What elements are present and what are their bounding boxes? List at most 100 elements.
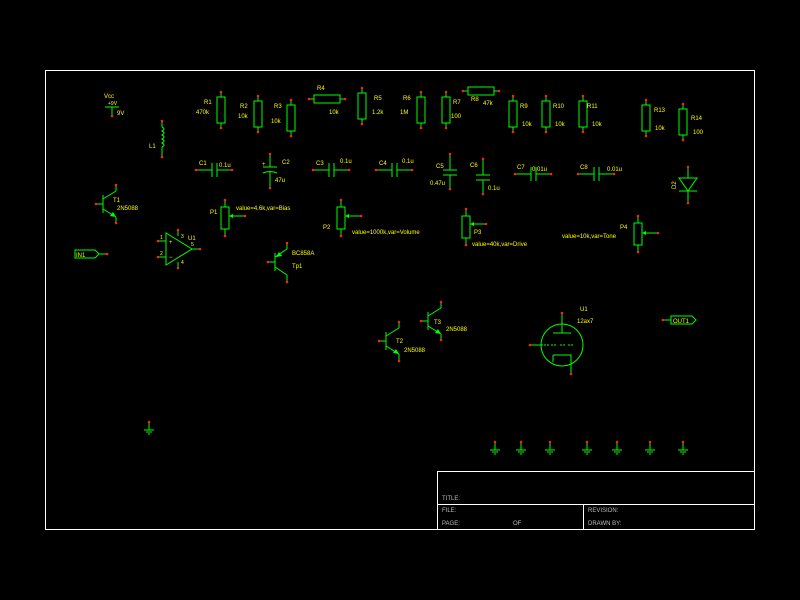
r8-ref: R8	[471, 97, 479, 103]
pot-p2[interactable]: P2 value=1000k,var=Volume	[323, 198, 420, 238]
r14-value: 100	[693, 130, 704, 136]
tp1-value: BC858A	[292, 251, 314, 257]
title-block: TITLE: FILE: PAGE: OF REVISION: DRAWN BY…	[437, 471, 755, 530]
resistor-r2[interactable]: R2 10k	[238, 94, 263, 134]
ground-symbol[interactable]	[490, 440, 500, 455]
resistor-r8[interactable]: R8 47k	[461, 86, 501, 107]
resistor-r5[interactable]: R5 1.2k	[357, 86, 384, 126]
c3-ref: C3	[316, 161, 324, 167]
transistor-t3[interactable]: T3 2N5088	[419, 300, 468, 342]
r6-value: 1M	[400, 110, 408, 116]
opamp-pin-1: 1	[160, 235, 163, 241]
tube-value: 12ax7	[577, 319, 594, 325]
r2-ref: R2	[240, 104, 248, 110]
r7-value: 100	[451, 114, 462, 120]
resistor-r14[interactable]: R14 100	[678, 102, 704, 142]
schematic-canvas[interactable]: TITLE: FILE: PAGE: OF REVISION: DRAWN BY…	[0, 0, 800, 600]
ground-symbol[interactable]	[612, 440, 622, 455]
transistor-t2[interactable]: T2 2N5088	[377, 320, 426, 363]
capacitor-c2[interactable]: + C2 47u	[262, 152, 290, 190]
capacitor-c6[interactable]: C6 0.1u	[470, 157, 500, 196]
drawn-by-label: DRAWN BY:	[588, 521, 622, 527]
r10-value: 10k	[555, 122, 566, 128]
c1-ref: C1	[199, 161, 207, 167]
pot-p1[interactable]: P1 value=4.6k,var=Bias	[210, 198, 290, 238]
resistor-r10[interactable]: R10 10k	[541, 94, 566, 134]
r5-ref: R5	[374, 96, 382, 102]
opamp-u1[interactable]: + − U1 1 2 3 4 5	[156, 228, 202, 270]
p4-ref: P4	[620, 225, 628, 231]
opamp-pin-5: 5	[191, 242, 194, 248]
capacitor-group: C1 0.1u C3 0.1u C4 0.1u C7 0.01u C8 0.01u	[194, 159, 622, 181]
resistor-r6[interactable]: R6 1M	[400, 90, 426, 130]
p2-ref: P2	[323, 225, 331, 231]
r1-value: 470k	[196, 110, 210, 116]
ground-symbol[interactable]	[678, 440, 688, 455]
t3-ref: T3	[434, 320, 442, 326]
input-port-in1[interactable]: IN1	[74, 249, 109, 259]
ground-symbol[interactable]	[516, 440, 526, 455]
r4-value: 10k	[329, 110, 340, 116]
resistor-r9[interactable]: R9 10k	[508, 94, 533, 134]
ground-symbol[interactable]	[582, 440, 592, 455]
p1-ref: P1	[210, 210, 218, 216]
diode-d2[interactable]: D2	[672, 165, 698, 205]
output-port-out1[interactable]: OUT1	[661, 315, 697, 325]
t2-ref: T2	[396, 339, 404, 345]
r2-value: 10k	[238, 114, 249, 120]
resistor-r1[interactable]: R1 470k	[196, 90, 226, 130]
t1-ref: T1	[113, 198, 121, 204]
capacitor-c3[interactable]: C3 0.1u	[311, 159, 352, 177]
resistor-r7[interactable]: R7 100	[441, 90, 462, 130]
r11-ref: R11	[587, 104, 598, 110]
d2-ref: D2	[672, 181, 678, 189]
c2-value: 47u	[275, 178, 285, 184]
c8-value: 0.01u	[607, 167, 622, 173]
vcc-supply[interactable]: Vcc +9V 9V	[104, 94, 124, 118]
c6-ref: C6	[470, 163, 478, 169]
transistor-t1[interactable]: T1 2N5088	[94, 183, 139, 225]
tube-12ax7[interactable]: U1 12ax7	[528, 307, 594, 376]
ground-symbol[interactable]	[545, 440, 555, 455]
r3-value: 10k	[271, 119, 282, 125]
vcc-name: Vcc	[104, 94, 114, 100]
p1-value: value=4.6k,var=Bias	[236, 206, 290, 212]
r10-ref: R10	[553, 104, 565, 110]
capacitor-c5[interactable]: C5 0.47u	[430, 152, 457, 191]
r7-ref: R7	[453, 100, 461, 106]
opamp-pin-2: 2	[160, 251, 163, 257]
capacitor-c1[interactable]: C1 0.1u	[194, 161, 234, 177]
opamp-minus-sign: −	[169, 255, 173, 261]
t1-value: 2N5088	[117, 206, 139, 212]
r4-ref: R4	[317, 86, 325, 92]
inductor-l1[interactable]: L1	[149, 119, 165, 159]
c1-value: 0.1u	[219, 163, 231, 169]
r9-value: 10k	[522, 122, 533, 128]
c7-ref: C7	[517, 165, 525, 171]
ground-symbol[interactable]	[144, 420, 154, 435]
r9-ref: R9	[520, 104, 528, 110]
r13-value: 10k	[655, 126, 666, 132]
r1-ref: R1	[204, 100, 212, 106]
transistor-tp1[interactable]: BC858A Tp1	[266, 241, 315, 284]
resistor-r3[interactable]: R3 10k	[271, 98, 296, 138]
pot-p4[interactable]: P4 value=10k,var=Tone	[562, 214, 660, 254]
resistor-r13[interactable]: R13 10k	[641, 98, 666, 138]
c2-polarity: +	[262, 162, 266, 168]
capacitor-c7[interactable]: C7 0.01u	[513, 165, 553, 181]
p4-value: value=10k,var=Tone	[562, 234, 617, 240]
capacitor-c8[interactable]: C8 0.01u	[576, 165, 622, 181]
page-label: PAGE:	[442, 521, 460, 527]
opamp-pin-4: 4	[181, 260, 184, 266]
in1-label: IN1	[76, 253, 86, 259]
r5-value: 1.2k	[372, 110, 384, 116]
opamp-pin-3: 3	[181, 234, 184, 240]
r13-ref: R13	[654, 108, 666, 114]
resistor-r4[interactable]: R4 10k	[307, 86, 347, 116]
ground-symbol[interactable]	[645, 440, 655, 455]
resistor-r11[interactable]: R11 10k	[578, 94, 603, 134]
r14-ref: R14	[691, 116, 703, 122]
pot-p3[interactable]: P3 value=40k,var=Drive	[461, 207, 528, 248]
c4-value: 0.1u	[402, 159, 414, 165]
capacitor-c4[interactable]: C4 0.1u	[374, 159, 414, 177]
